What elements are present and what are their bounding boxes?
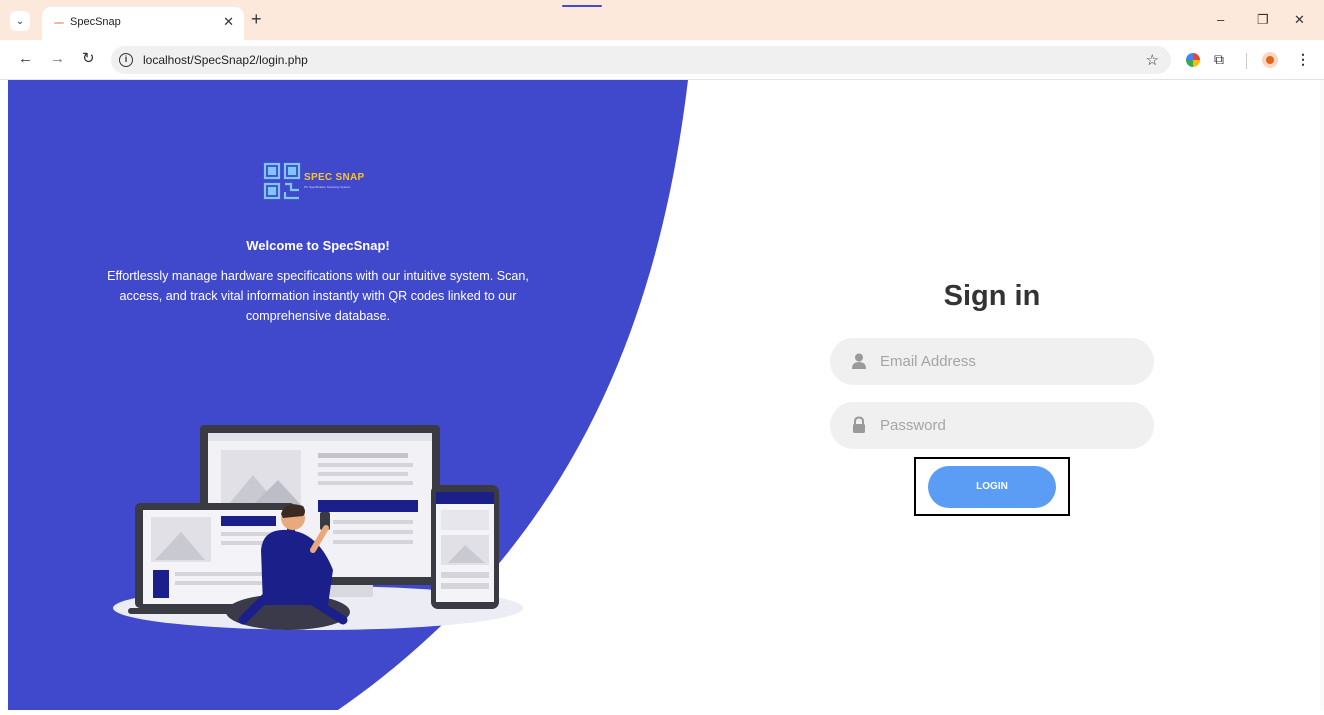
email-input[interactable] [880,338,1140,385]
login-button[interactable]: LOGIN [928,466,1056,508]
browser-toolbar: ← → ↻ i localhost/SpecSnap2/login.php ☆ … [0,40,1324,80]
tab-title: SpecSnap [70,16,121,28]
specsnap-logo: SPEC SNAP PC Specification Scanning Syst… [263,162,383,202]
page-scrollbar[interactable] [1320,80,1324,710]
star-icon[interactable]: ☆ [1146,51,1159,69]
favicon-icon [54,22,64,24]
arrow-right-icon[interactable]: → [50,51,65,67]
welcome-heading: Welcome to SpecSnap! [246,238,390,253]
profile-icon[interactable] [1262,52,1278,68]
url-text[interactable]: localhost/SpecSnap2/login.php [143,53,308,67]
page-viewport: SPEC SNAP PC Specification Scanning Syst… [8,80,1320,710]
close-window-icon[interactable]: ✕ [1294,12,1305,28]
puzzle-icon[interactable]: ⧉ [1214,51,1224,68]
extension-icon[interactable] [1186,53,1200,67]
info-icon[interactable]: i [119,53,133,67]
plus-icon[interactable]: + [251,10,262,28]
password-field[interactable] [830,402,1154,449]
kebab-icon[interactable]: ⋮ [1296,51,1310,68]
address-bar[interactable]: i localhost/SpecSnap2/login.php ☆ [111,46,1171,74]
devices-illustration [113,425,523,630]
toolbar-divider [1246,53,1247,69]
logo-subtitle: PC Specification Scanning System [304,185,351,189]
reload-icon[interactable]: ↻ [82,51,95,67]
welcome-description: Effortlessly manage hardware specificati… [107,269,529,323]
tab-strip-accent [562,5,602,7]
close-icon[interactable]: ✕ [223,14,234,30]
signin-title: Sign in [943,280,1041,312]
browser-tab-strip: ⌄ SpecSnap ✕ + – ❐ ✕ [0,0,1324,40]
logo-title: SPEC SNAP [304,172,365,183]
chevron-down-icon[interactable]: ⌄ [10,11,30,31]
tab-specsnap[interactable]: SpecSnap ✕ [42,7,244,40]
email-field[interactable] [830,338,1154,385]
user-icon [852,353,866,369]
qr-code-icon [263,162,301,200]
password-input[interactable] [880,402,1140,449]
arrow-left-icon[interactable]: ← [18,51,33,67]
restore-icon[interactable]: ❐ [1257,12,1269,28]
lock-icon [853,416,865,433]
minimize-icon[interactable]: – [1217,12,1224,27]
